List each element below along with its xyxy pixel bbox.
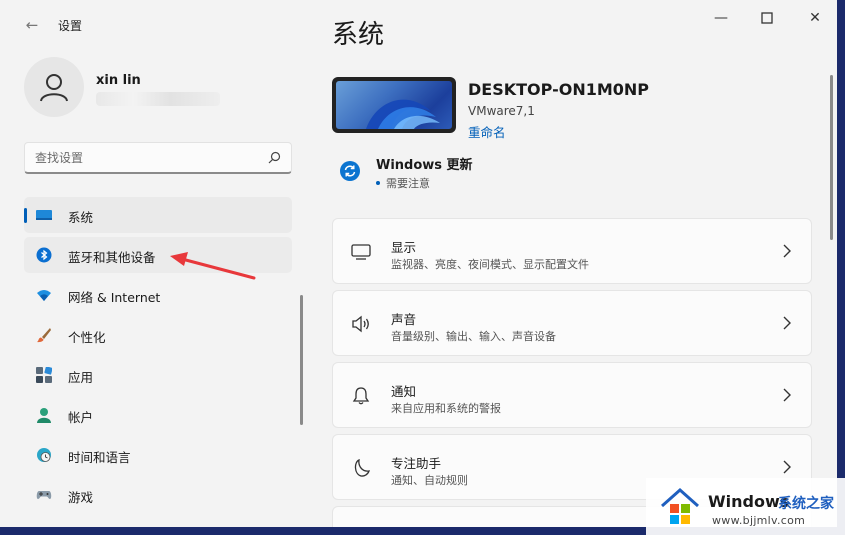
card-title: 通知 bbox=[391, 384, 417, 399]
annotation-arrow-icon bbox=[170, 252, 256, 280]
user-email-redacted bbox=[96, 92, 220, 106]
windows-update-status: 需要注意 bbox=[386, 177, 430, 190]
moon-icon bbox=[354, 459, 370, 477]
card-title: 显示 bbox=[391, 240, 417, 255]
card-display[interactable]: 显示 监视器、亮度、夜间模式、显示配置文件 bbox=[332, 218, 812, 284]
status-dot bbox=[376, 181, 380, 185]
sidebar-item-label: 应用 bbox=[68, 370, 94, 385]
apps-icon bbox=[36, 367, 52, 383]
device-name: DESKTOP-ON1M0NP bbox=[468, 80, 650, 99]
bell-icon bbox=[352, 387, 370, 405]
sidebar-item-label: 蓝牙和其他设备 bbox=[68, 250, 156, 265]
bluetooth-icon bbox=[36, 247, 52, 263]
minimize-button[interactable]: — bbox=[706, 8, 736, 28]
card-sound[interactable]: 声音 音量级别、输出、输入、声音设备 bbox=[332, 290, 812, 356]
watermark: Windows 系统之家 www.bjjmlv.com bbox=[646, 478, 845, 535]
page-title: 系统 bbox=[332, 20, 385, 50]
settings-window: ← 设置 — ✕ xin lin 系统 蓝牙和其他设备 bbox=[0, 0, 845, 535]
sidebar-item-label: 网络 & Internet bbox=[68, 290, 161, 305]
avatar[interactable] bbox=[24, 57, 84, 117]
card-subtitle: 通知、自动规则 bbox=[391, 474, 468, 487]
system-monitor-icon bbox=[36, 210, 52, 220]
device-model: VMware7,1 bbox=[468, 104, 535, 118]
card-subtitle: 监视器、亮度、夜间模式、显示配置文件 bbox=[391, 258, 589, 271]
sidebar-item-label: 个性化 bbox=[68, 330, 106, 345]
speaker-icon bbox=[352, 315, 369, 333]
wifi-icon bbox=[37, 290, 51, 301]
app-title: 设置 bbox=[58, 19, 83, 33]
sidebar-item-system[interactable]: 系统 bbox=[24, 197, 292, 233]
windows-update-title[interactable]: Windows 更新 bbox=[376, 154, 473, 173]
sidebar-item-accounts[interactable]: 帐户 bbox=[24, 397, 292, 433]
rename-link[interactable]: 重命名 bbox=[468, 122, 506, 141]
sync-icon[interactable] bbox=[340, 161, 360, 181]
sidebar-item-personalization[interactable]: 个性化 bbox=[24, 317, 292, 353]
chevron-right-icon bbox=[783, 244, 791, 258]
globe-clock-icon bbox=[37, 448, 51, 462]
sidebar-item-label: 游戏 bbox=[68, 490, 94, 505]
selection-indicator bbox=[24, 208, 27, 223]
gamepad-icon bbox=[36, 491, 52, 499]
sidebar-item-network[interactable]: 网络 & Internet bbox=[24, 277, 292, 313]
person-icon bbox=[40, 74, 68, 102]
display-icon bbox=[351, 244, 371, 260]
sidebar-item-label: 时间和语言 bbox=[68, 450, 131, 465]
close-button[interactable]: ✕ bbox=[800, 8, 830, 28]
card-title: 声音 bbox=[391, 312, 417, 327]
brush-icon bbox=[37, 328, 51, 343]
chevron-right-icon bbox=[783, 460, 791, 474]
sidebar-item-time-language[interactable]: 时间和语言 bbox=[24, 437, 292, 473]
user-name: xin lin bbox=[96, 73, 141, 88]
sidebar-item-label: 帐户 bbox=[68, 410, 94, 425]
account-icon bbox=[37, 408, 51, 423]
sidebar-scrollbar[interactable] bbox=[300, 295, 303, 425]
main-scrollbar[interactable] bbox=[830, 75, 833, 240]
chevron-right-icon bbox=[783, 388, 791, 402]
chevron-right-icon bbox=[783, 316, 791, 330]
device-thumbnail bbox=[332, 77, 456, 133]
card-notifications[interactable]: 通知 来自应用和系统的警报 bbox=[332, 362, 812, 428]
card-title: 专注助手 bbox=[391, 456, 442, 471]
card-subtitle: 音量级别、输出、输入、声音设备 bbox=[391, 330, 556, 343]
watermark-url: www.bjjmlv.com bbox=[712, 514, 806, 527]
watermark-brand-cn: 系统之家 bbox=[778, 496, 834, 512]
back-arrow-icon[interactable]: ← bbox=[22, 15, 42, 35]
search-icon[interactable] bbox=[268, 151, 281, 164]
sidebar-item-label: 系统 bbox=[68, 210, 94, 225]
windows-house-logo-icon bbox=[661, 487, 699, 524]
sidebar-item-gaming[interactable]: 游戏 bbox=[24, 477, 292, 513]
sidebar-item-apps[interactable]: 应用 bbox=[24, 357, 292, 393]
card-subtitle: 来自应用和系统的警报 bbox=[391, 402, 501, 415]
maximize-button[interactable] bbox=[752, 8, 782, 28]
search-box[interactable] bbox=[24, 142, 292, 174]
wallpaper-image bbox=[336, 81, 452, 129]
search-input[interactable] bbox=[35, 149, 255, 167]
